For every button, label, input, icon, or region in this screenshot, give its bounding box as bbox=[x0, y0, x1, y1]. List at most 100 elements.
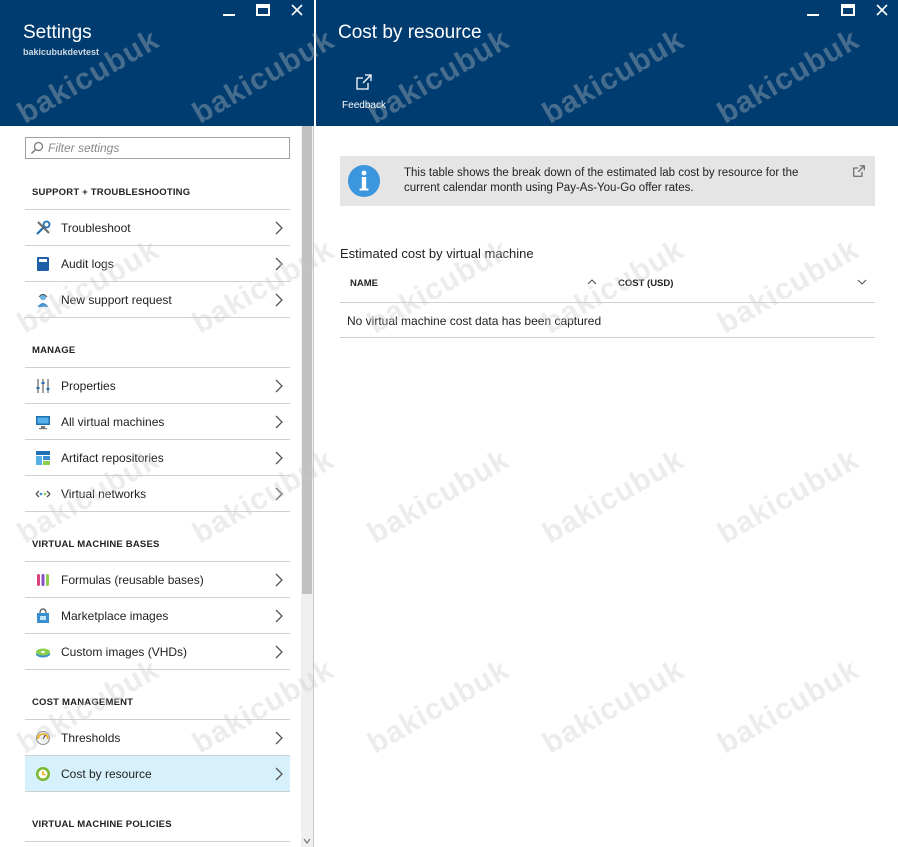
info-banner: This table shows the break down of the e… bbox=[340, 156, 875, 206]
menu-cost-management: Thresholds Cost by resource bbox=[25, 719, 290, 792]
menu-item-formulas[interactable]: Formulas (reusable bases) bbox=[25, 562, 290, 598]
monitor-icon bbox=[25, 404, 61, 440]
settings-blade-title: Settings bbox=[23, 22, 92, 43]
menu-item-label: Virtual networks bbox=[61, 486, 147, 501]
section-label-vm-bases: VIRTUAL MACHINE BASES bbox=[32, 539, 160, 550]
menu-item-new-support-request[interactable]: New support request bbox=[25, 282, 290, 318]
menu-manage: Properties All virtual machines Artifact… bbox=[25, 367, 290, 512]
maximize-icon bbox=[256, 4, 270, 16]
close-icon bbox=[876, 4, 888, 16]
empty-grid-message: No virtual machine cost data has been ca… bbox=[347, 314, 602, 328]
info-icon bbox=[340, 156, 388, 206]
chevron-right-icon bbox=[275, 293, 283, 307]
close-icon bbox=[291, 4, 303, 16]
section-label-manage: MANAGE bbox=[32, 345, 76, 356]
chevron-right-icon bbox=[275, 573, 283, 587]
sliders-icon bbox=[25, 368, 61, 404]
menu-item-label: Formulas (reusable bases) bbox=[61, 572, 204, 587]
tools-icon bbox=[25, 210, 61, 246]
maximize-icon bbox=[841, 4, 855, 16]
disk-icon bbox=[25, 634, 61, 670]
chevron-right-icon bbox=[275, 379, 283, 393]
chevron-right-icon bbox=[275, 257, 283, 271]
menu-item-label: All virtual machines bbox=[61, 414, 165, 429]
minimize-button[interactable] bbox=[805, 2, 821, 18]
settings-blade-subtitle: bakicubukdevtest bbox=[23, 47, 100, 57]
settings-blade-header: Settings bakicubukdevtest bbox=[0, 0, 314, 126]
chevron-down-icon[interactable] bbox=[857, 277, 867, 287]
chevron-right-icon bbox=[275, 451, 283, 465]
menu-support: Troubleshoot Audit logs New support requ… bbox=[25, 209, 290, 318]
repository-icon bbox=[25, 440, 61, 476]
settings-blade-body: SUPPORT + TROUBLESHOOTING Troubleshoot A… bbox=[0, 126, 301, 847]
menu-vm-bases: Formulas (reusable bases) Marketplace im… bbox=[25, 561, 290, 670]
scroll-down-arrow-icon[interactable] bbox=[303, 837, 311, 845]
minimize-icon bbox=[223, 14, 235, 16]
menu-item-label: Marketplace images bbox=[61, 608, 169, 623]
menu-item-virtual-networks[interactable]: Virtual networks bbox=[25, 476, 290, 512]
search-icon bbox=[26, 138, 48, 158]
menu-item-label: Cost by resource bbox=[61, 766, 152, 781]
section-label-cost-management: COST MANAGEMENT bbox=[32, 697, 134, 708]
external-link-icon bbox=[342, 74, 386, 92]
menu-item-label: Custom images (VHDs) bbox=[61, 644, 188, 659]
chevron-right-icon bbox=[275, 221, 283, 235]
chevron-right-icon bbox=[275, 767, 283, 781]
section-label-support: SUPPORT + TROUBLESHOOTING bbox=[32, 187, 191, 198]
menu-vm-policies bbox=[25, 841, 290, 842]
cost-grid: NAME COST (USD) No virtual machine cost … bbox=[340, 268, 875, 338]
minimize-icon bbox=[807, 14, 819, 16]
cost-by-resource-blade: Cost by resource Feedback This table sho… bbox=[316, 0, 898, 847]
column-header-cost[interactable]: COST (USD) bbox=[618, 278, 673, 289]
book-icon bbox=[25, 246, 61, 282]
menu-item-label: Audit logs bbox=[61, 256, 114, 271]
settings-scrollbar[interactable] bbox=[301, 126, 313, 847]
maximize-button[interactable] bbox=[255, 2, 271, 18]
menu-item-custom-images[interactable]: Custom images (VHDs) bbox=[25, 634, 290, 670]
menu-item-marketplace-images[interactable]: Marketplace images bbox=[25, 598, 290, 634]
chevron-right-icon bbox=[275, 487, 283, 501]
marketplace-bag-icon bbox=[25, 598, 61, 634]
maximize-button[interactable] bbox=[840, 2, 856, 18]
feedback-command[interactable]: Feedback bbox=[342, 74, 386, 111]
menu-item-artifact-repositories[interactable]: Artifact repositories bbox=[25, 440, 290, 476]
chevron-right-icon bbox=[275, 731, 283, 745]
menu-item-audit-logs[interactable]: Audit logs bbox=[25, 246, 290, 282]
menu-item-label: New support request bbox=[61, 292, 172, 307]
menu-item-label: Thresholds bbox=[61, 730, 121, 745]
menu-item-properties[interactable]: Properties bbox=[25, 368, 290, 404]
cost-clock-icon bbox=[25, 756, 61, 792]
menu-item-cost-by-resource[interactable]: Cost by resource bbox=[25, 756, 290, 792]
menu-item-label: Artifact repositories bbox=[61, 450, 164, 465]
cost-blade-header: Cost by resource Feedback bbox=[316, 0, 898, 126]
chevron-right-icon bbox=[275, 645, 283, 659]
settings-blade: Settings bakicubukdevtest SUPPORT + TROU… bbox=[0, 0, 314, 847]
support-person-icon bbox=[25, 282, 61, 318]
close-button[interactable] bbox=[289, 2, 305, 18]
menu-item-label: Troubleshoot bbox=[61, 220, 131, 235]
minimize-button[interactable] bbox=[221, 2, 237, 18]
table-row: No virtual machine cost data has been ca… bbox=[340, 303, 875, 338]
grid-header: NAME COST (USD) bbox=[340, 268, 875, 303]
sort-ascending-icon[interactable] bbox=[587, 277, 597, 287]
test-tubes-icon bbox=[25, 562, 61, 598]
column-header-name[interactable]: NAME bbox=[350, 278, 378, 289]
filter-settings-box[interactable] bbox=[25, 137, 290, 159]
menu-item-troubleshoot[interactable]: Troubleshoot bbox=[25, 210, 290, 246]
section-label-vm-policies: VIRTUAL MACHINE POLICIES bbox=[32, 819, 172, 830]
chevron-right-icon bbox=[275, 415, 283, 429]
cost-blade-title: Cost by resource bbox=[338, 22, 482, 43]
open-external-icon[interactable] bbox=[853, 164, 865, 182]
chevron-right-icon bbox=[275, 609, 283, 623]
filter-settings-input[interactable] bbox=[48, 141, 278, 155]
network-icon bbox=[25, 476, 61, 512]
menu-item-thresholds[interactable]: Thresholds bbox=[25, 720, 290, 756]
menu-item-label: Properties bbox=[61, 378, 116, 393]
menu-item-all-virtual-machines[interactable]: All virtual machines bbox=[25, 404, 290, 440]
feedback-label: Feedback bbox=[342, 100, 386, 111]
section-title: Estimated cost by virtual machine bbox=[340, 246, 534, 261]
close-button[interactable] bbox=[874, 2, 890, 18]
scrollbar-thumb[interactable] bbox=[302, 126, 312, 594]
gauge-icon bbox=[25, 720, 61, 756]
info-banner-text: This table shows the break down of the e… bbox=[404, 167, 799, 194]
